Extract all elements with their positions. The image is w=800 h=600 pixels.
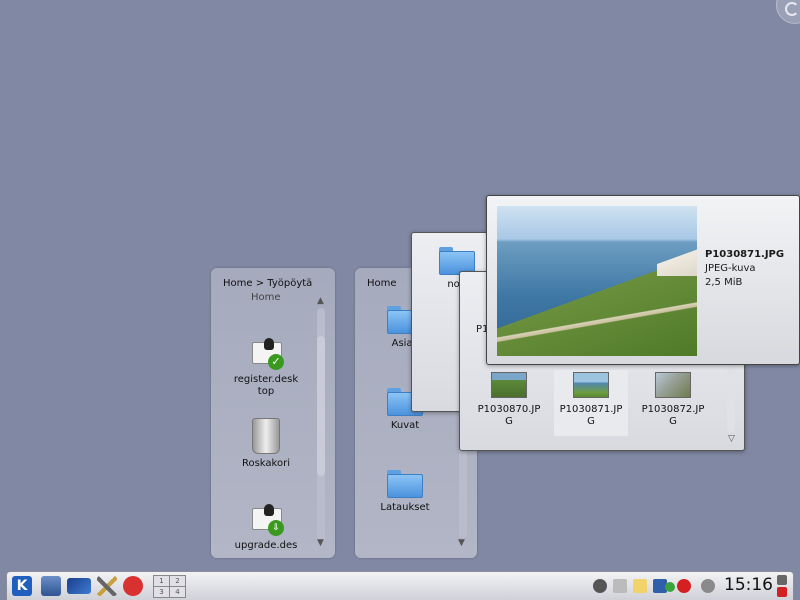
desktop-file-icon: ⇩: [250, 504, 284, 536]
image-file-item-selected[interactable]: P1030871.JP G: [554, 370, 628, 436]
update-ok-icon[interactable]: [665, 582, 675, 592]
folder-icon: [387, 470, 423, 498]
scroll-down-icon[interactable]: ▽: [728, 434, 735, 444]
system-settings-icon[interactable]: [41, 576, 61, 596]
network-icon[interactable]: [123, 576, 143, 596]
file-preview-tooltip: P1030871.JPG JPEG-kuva 2,5 MiB: [486, 195, 800, 365]
item-label: G: [669, 416, 677, 427]
plasma-icon: [785, 2, 799, 16]
volume-icon[interactable]: [613, 579, 627, 593]
preview-image: [497, 206, 697, 356]
logout-icon[interactable]: [777, 587, 787, 597]
desktop-file-icon: ✓: [250, 338, 284, 370]
clipboard-icon[interactable]: [633, 579, 647, 593]
item-label: P1030870.JP: [477, 404, 541, 415]
item-label: Lataukset: [380, 502, 430, 513]
image-thumbnail: [491, 372, 527, 398]
preview-filesize: 2,5 MiB: [705, 277, 743, 288]
clock[interactable]: 15:16: [724, 575, 773, 595]
folder-item[interactable]: Lataukset: [375, 470, 435, 514]
trash-icon: [252, 418, 280, 454]
image-thumbnail: [655, 372, 691, 398]
info-icon[interactable]: [701, 579, 715, 593]
item-label: top: [257, 386, 275, 397]
item-label: P1030872.JP: [641, 404, 705, 415]
klipper-icon[interactable]: [593, 579, 607, 593]
scroll-down-icon[interactable]: ▼: [317, 538, 324, 548]
desktop-pager[interactable]: 1 2 3 4: [153, 575, 187, 598]
item-label: G: [505, 416, 513, 427]
panel-parent-label[interactable]: Home: [251, 292, 281, 303]
preview-filename: P1030871.JPG: [705, 249, 785, 260]
kde-menu-icon[interactable]: K: [12, 576, 32, 596]
desktop-show-icon[interactable]: [67, 578, 91, 594]
taskbar: K 1 2 3 4 15:16: [6, 571, 794, 600]
lock-icon[interactable]: [777, 575, 787, 585]
image-file-item[interactable]: P1030872.JP G: [638, 372, 708, 428]
desktop-file-upgrade[interactable]: ⇩ upgrade.des: [223, 504, 309, 552]
folderview-desktop-panel: Home > Työpöytä Home ▲ ▼ ✓ register.desk…: [211, 268, 335, 558]
trash-item[interactable]: Roskakori: [223, 418, 309, 470]
item-label: G: [587, 416, 595, 427]
image-thumbnail: [573, 372, 609, 398]
scroll-up-icon[interactable]: ▲: [317, 296, 324, 306]
item-label: Roskakori: [241, 458, 290, 469]
pager-desktop-3[interactable]: 3: [153, 586, 170, 598]
item-label: upgrade.des: [234, 540, 298, 551]
tools-icon[interactable]: [97, 576, 117, 596]
item-label: P1030871.JP: [559, 404, 623, 415]
pager-desktop-4[interactable]: 4: [169, 586, 186, 598]
desktop-toolbox-cashew[interactable]: [776, 0, 800, 24]
panel-scrollbar-thumb[interactable]: [317, 336, 325, 476]
alert-icon[interactable]: [677, 579, 691, 593]
scroll-down-icon[interactable]: ▼: [458, 538, 465, 548]
preview-filetype: JPEG-kuva: [705, 263, 756, 274]
item-label: Kuvat: [390, 420, 420, 431]
panel-title[interactable]: Home: [367, 278, 397, 289]
panel-breadcrumb[interactable]: Home > Työpöytä: [223, 278, 312, 289]
item-label: register.desk: [233, 374, 299, 385]
image-file-item[interactable]: P1030870.JP G: [474, 372, 544, 428]
desktop-file-register[interactable]: ✓ register.desk top: [223, 338, 309, 398]
